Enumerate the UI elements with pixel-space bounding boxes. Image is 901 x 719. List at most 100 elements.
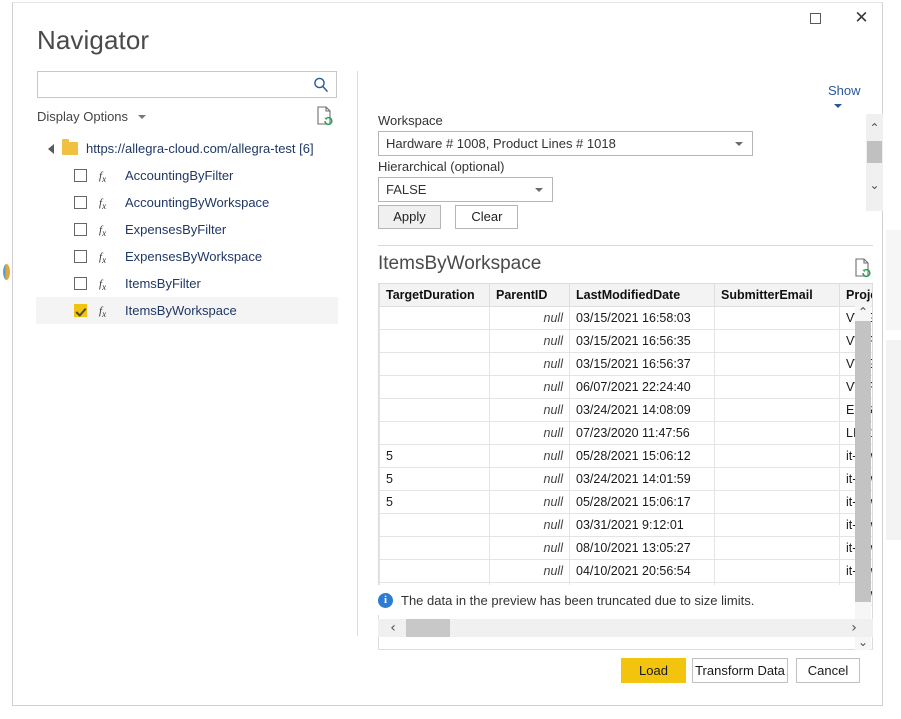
scroll-up-icon[interactable]: ⌃ xyxy=(855,304,871,320)
table-row[interactable]: null 03/24/2021 14:08:09 ENG-1 xyxy=(380,398,874,421)
column-header-projectspe[interactable]: ProjectSpe xyxy=(840,284,874,306)
table-vertical-scrollbar[interactable]: ⌃ ⌄ xyxy=(855,304,871,650)
column-header-submitteremail[interactable]: SubmitterEmail xyxy=(715,284,840,306)
tree-item-label: ExpensesByWorkspace xyxy=(125,249,262,264)
cell-submitteremail xyxy=(715,559,840,582)
close-icon: ✕ xyxy=(854,10,868,27)
tree-item-itemsbyfilter[interactable]: fx ItemsByFilter xyxy=(36,270,338,297)
cancel-button[interactable]: Cancel xyxy=(796,658,860,683)
table-row[interactable]: 5 null 05/28/2021 15:06:17 it-hw-3 xyxy=(380,490,874,513)
maximize-button[interactable] xyxy=(793,3,838,33)
table-row[interactable]: null 06/07/2021 22:24:40 VWPC-1 xyxy=(380,375,874,398)
tree-item-label: ExpensesByFilter xyxy=(125,222,226,237)
cell-submitteremail xyxy=(715,421,840,444)
function-icon: fx xyxy=(99,302,115,319)
chevron-down-icon xyxy=(834,104,842,108)
display-options-dropdown[interactable]: Display Options xyxy=(37,109,146,124)
table-row[interactable]: 5 null 05/28/2021 15:06:12 it-hw-1 xyxy=(380,444,874,467)
cell-lastmodifieddate: 03/24/2021 14:08:09 xyxy=(570,398,715,421)
scroll-right-icon[interactable]: › xyxy=(843,619,865,637)
table-horizontal-scrollbar[interactable]: ‹ › xyxy=(378,619,873,637)
hierarchical-combobox[interactable]: FALSE xyxy=(378,177,553,202)
column-header-parentid[interactable]: ParentID xyxy=(490,284,570,306)
tree-item-accountingbyfilter[interactable]: fx AccountingByFilter xyxy=(36,162,338,189)
cell-lastmodifieddate: 05/28/2021 15:06:12 xyxy=(570,444,715,467)
workspace-label: Workspace xyxy=(378,113,753,128)
cell-targetduration: 5 xyxy=(380,467,490,490)
scroll-left-icon[interactable]: ‹ xyxy=(382,619,404,637)
apply-button[interactable]: Apply xyxy=(378,205,441,229)
expand-triangle-icon[interactable] xyxy=(48,144,54,154)
tree-item-checkbox[interactable] xyxy=(74,250,87,263)
clear-button[interactable]: Clear xyxy=(455,205,518,229)
navigator-dialog: ✕ Navigator Display Options xyxy=(12,2,883,706)
page-title: Navigator xyxy=(37,25,149,56)
table-row[interactable]: 5 null 03/24/2021 14:01:59 it-hw-2 xyxy=(380,467,874,490)
section-divider xyxy=(378,245,873,246)
scrollbar-thumb[interactable] xyxy=(855,321,871,602)
column-header-targetduration[interactable]: TargetDuration xyxy=(380,284,490,306)
display-options-label: Display Options xyxy=(37,109,128,124)
background-left-marker xyxy=(3,264,10,280)
tree-root-node[interactable]: https://allegra-cloud.com/allegra-test [… xyxy=(36,135,338,162)
tree-item-checkbox[interactable] xyxy=(74,223,87,236)
tree-item-checkbox[interactable] xyxy=(74,169,87,182)
cell-parentid: null xyxy=(490,352,570,375)
table-row[interactable]: null 03/15/2021 16:58:03 VWG-1 xyxy=(380,306,874,329)
tree-item-label: AccountingByFilter xyxy=(125,168,233,183)
cell-parentid: null xyxy=(490,398,570,421)
parameters-scrollbar[interactable]: ⌃ ⌄ xyxy=(866,114,883,211)
background-panel-lower xyxy=(886,340,901,540)
cell-parentid: null xyxy=(490,513,570,536)
workspace-parameter-group: Workspace Hardware # 1008, Product Lines… xyxy=(378,113,753,156)
preview-refresh-icon[interactable] xyxy=(854,258,872,278)
scroll-down-icon[interactable]: ⌄ xyxy=(866,176,883,193)
navigator-tree: https://allegra-cloud.com/allegra-test [… xyxy=(36,135,338,324)
table-row[interactable]: null 03/15/2021 16:56:35 VWP-1 xyxy=(380,329,874,352)
tree-item-checkbox[interactable] xyxy=(74,196,87,209)
scrollbar-thumb[interactable] xyxy=(406,619,450,637)
table-row[interactable]: null 03/15/2021 16:56:37 VWGC- xyxy=(380,352,874,375)
function-icon: fx xyxy=(99,221,115,238)
hierarchical-value: FALSE xyxy=(379,182,426,197)
table-row[interactable]: null 03/31/2021 9:12:01 it-hw-4 xyxy=(380,513,874,536)
scroll-up-icon[interactable]: ⌃ xyxy=(866,119,883,136)
cell-targetduration xyxy=(380,559,490,582)
cell-parentid: null xyxy=(490,375,570,398)
table-body: null 03/15/2021 16:58:03 VWG-1 null 03/1… xyxy=(380,306,874,605)
cell-submitteremail xyxy=(715,467,840,490)
close-button[interactable]: ✕ xyxy=(839,3,884,33)
cell-targetduration xyxy=(380,306,490,329)
cell-targetduration xyxy=(380,375,490,398)
tree-item-checkbox[interactable] xyxy=(74,277,87,290)
column-header-lastmodifieddate[interactable]: LastModifiedDate xyxy=(570,284,715,306)
tree-item-expensesbyworkspace[interactable]: fx ExpensesByWorkspace xyxy=(36,243,338,270)
tree-item-accountingbyworkspace[interactable]: fx AccountingByWorkspace xyxy=(36,189,338,216)
scrollbar-thumb[interactable] xyxy=(867,141,882,163)
table-row[interactable]: null 07/23/2020 11:47:56 LIG-1 xyxy=(380,421,874,444)
hierarchical-parameter-group: Hierarchical (optional) FALSE xyxy=(378,159,553,202)
cell-submitteremail xyxy=(715,444,840,467)
workspace-value: Hardware # 1008, Product Lines # 1018 xyxy=(379,136,616,151)
cell-lastmodifieddate: 06/07/2021 22:24:40 xyxy=(570,375,715,398)
cell-lastmodifieddate: 03/15/2021 16:56:37 xyxy=(570,352,715,375)
search-box[interactable] xyxy=(37,71,337,98)
cell-lastmodifieddate: 07/23/2020 11:47:56 xyxy=(570,421,715,444)
show-label: Show xyxy=(828,83,861,98)
workspace-combobox[interactable]: Hardware # 1008, Product Lines # 1018 xyxy=(378,131,753,156)
table-row[interactable]: null 04/10/2021 20:56:54 it-hw-6 xyxy=(380,559,874,582)
refresh-document-icon[interactable] xyxy=(316,106,334,126)
table-row[interactable]: null 08/10/2021 13:05:27 it-hw-5 xyxy=(380,536,874,559)
search-input[interactable] xyxy=(44,72,306,97)
cell-lastmodifieddate: 08/10/2021 13:05:27 xyxy=(570,536,715,559)
tree-item-checkbox[interactable] xyxy=(74,304,87,317)
load-button[interactable]: Load xyxy=(621,658,686,683)
transform-data-button[interactable]: Transform Data xyxy=(692,658,788,683)
cell-targetduration xyxy=(380,352,490,375)
table-header-row: TargetDuration ParentID LastModifiedDate… xyxy=(380,284,874,306)
cell-submitteremail xyxy=(715,398,840,421)
cell-submitteremail xyxy=(715,536,840,559)
tree-item-itemsbyworkspace[interactable]: fx ItemsByWorkspace xyxy=(36,297,338,324)
show-dropdown[interactable]: Show xyxy=(828,83,873,113)
tree-item-expensesbyfilter[interactable]: fx ExpensesByFilter xyxy=(36,216,338,243)
